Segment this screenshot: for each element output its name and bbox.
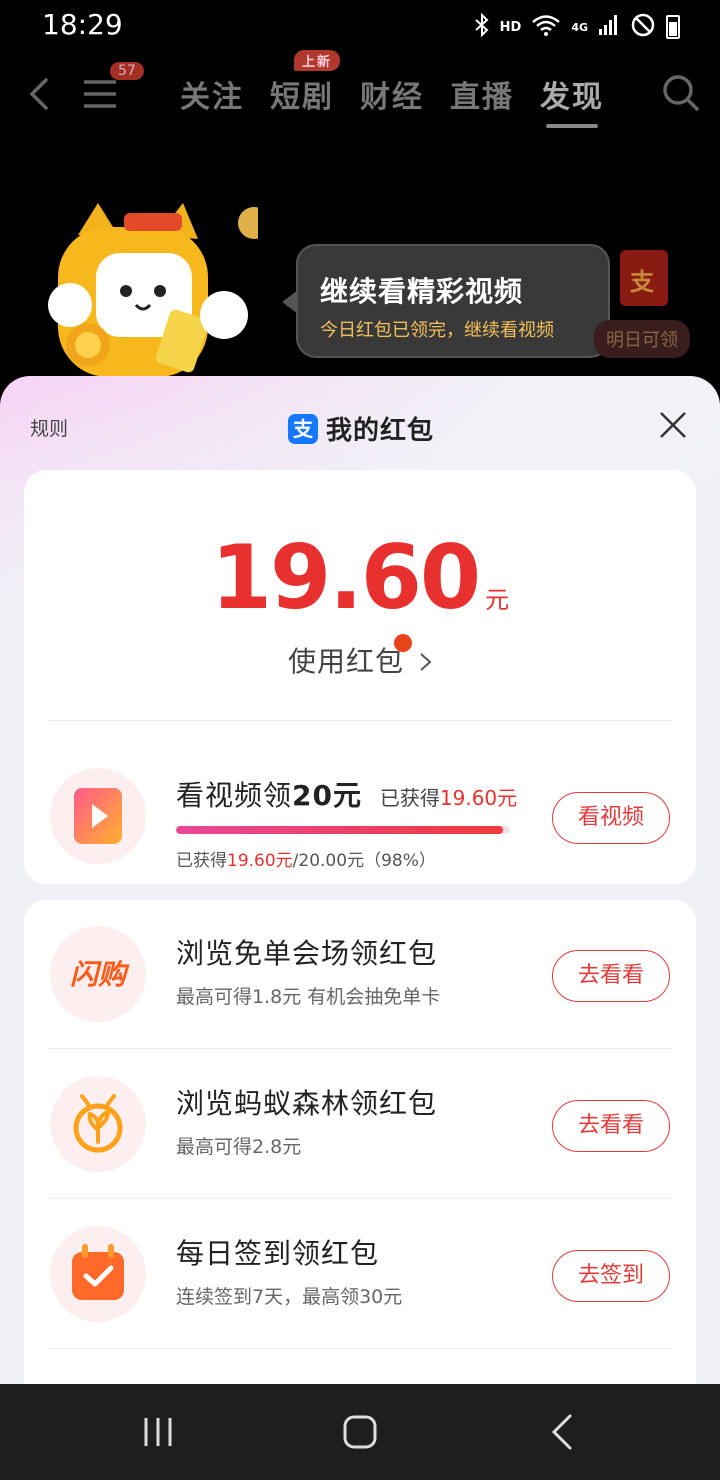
alipay-icon: 支 bbox=[288, 413, 318, 444]
home-icon[interactable] bbox=[342, 1414, 378, 1450]
nav-back-icon[interactable] bbox=[548, 1412, 576, 1452]
promo-bubble[interactable]: 继续看精彩视频 今日红包已领完，继续看视频 bbox=[282, 244, 610, 358]
task-title: 每日签到领红包 bbox=[176, 1237, 380, 1270]
go-look-button[interactable]: 去看看 bbox=[552, 1100, 670, 1152]
video-task-row: 看视频领20元 已获得19.60元 已获得19.60元/20.00元（98%） … bbox=[24, 742, 696, 892]
tab-finance[interactable]: 财经 bbox=[360, 72, 424, 116]
network-label: 4G bbox=[571, 20, 588, 34]
dnd-icon bbox=[630, 12, 656, 42]
notification-dot bbox=[394, 634, 412, 652]
hd-label: HD bbox=[499, 19, 522, 35]
watch-video-button[interactable]: 看视频 bbox=[552, 792, 670, 844]
video-task-progress-text: 已获得19.60元/20.00元（98%） bbox=[176, 851, 436, 871]
signal-icon bbox=[598, 14, 620, 40]
task-title: 浏览蚂蚁森林领红包 bbox=[176, 1087, 438, 1120]
task-icon-box: 闪购 bbox=[50, 926, 146, 1022]
tomorrow-claim-label: 明日可领 bbox=[594, 320, 690, 358]
task-row: 闪购 浏览免单会场领红包 最高可得1.8元 有机会抽免单卡 去看看 bbox=[24, 900, 696, 1050]
go-look-button[interactable]: 去看看 bbox=[552, 950, 670, 1002]
task-row: 每日签到领红包 连续签到7天，最高领30元 去签到 bbox=[24, 1200, 696, 1350]
menu-badge: 57 bbox=[110, 62, 144, 80]
mascot-cat-illustration bbox=[48, 203, 258, 377]
video-task-title: 看视频领20元 已获得19.60元 bbox=[176, 779, 518, 812]
flash-buy-icon: 闪购 bbox=[70, 958, 130, 991]
bubble-title: 继续看精彩视频 bbox=[320, 275, 524, 308]
recents-icon[interactable] bbox=[142, 1416, 174, 1448]
menu-icon[interactable] bbox=[82, 78, 118, 110]
divider bbox=[48, 720, 672, 721]
task-subtitle: 最高可得1.8元 有机会抽免单卡 bbox=[176, 986, 441, 1008]
status-time: 18:29 bbox=[42, 8, 123, 41]
use-red-packet-link[interactable]: 使用红包 bbox=[288, 640, 434, 680]
bluetooth-icon bbox=[474, 12, 490, 41]
balance-unit: 元 bbox=[485, 586, 510, 614]
svg-text:闪购: 闪购 bbox=[70, 958, 130, 991]
divider bbox=[48, 1198, 672, 1199]
red-packet-sheet: 规则 支 我的红包 19.60 元 使用红包 看视频领20元 已获得19.60元… bbox=[0, 376, 720, 1386]
close-icon[interactable] bbox=[656, 408, 690, 442]
task-subtitle: 连续签到7天，最高领30元 bbox=[176, 1286, 403, 1308]
divider bbox=[48, 1048, 672, 1049]
wifi-icon bbox=[531, 13, 561, 41]
tab-discover[interactable]: 发现 bbox=[540, 72, 604, 128]
balance-value: 19.60 bbox=[210, 526, 481, 629]
tab-bar: 关注 短剧 上新 财经 直播 发现 bbox=[180, 50, 604, 128]
top-nav: 57 关注 短剧 上新 财经 直播 发现 bbox=[0, 50, 720, 130]
task-title: 浏览免单会场领红包 bbox=[176, 937, 438, 970]
rules-link[interactable]: 规则 bbox=[30, 414, 68, 441]
chevron-right-icon bbox=[420, 653, 432, 671]
play-video-icon bbox=[74, 788, 122, 844]
bubble-subtitle: 今日红包已领完，继续看视频 bbox=[320, 320, 554, 341]
tab-short-drama[interactable]: 短剧 上新 bbox=[270, 50, 341, 116]
balance-card: 19.60 元 使用红包 看视频领20元 已获得19.60元 已获得19.60元… bbox=[24, 470, 696, 884]
task-icon-box bbox=[50, 1226, 146, 1322]
ant-forest-icon bbox=[73, 1094, 123, 1153]
video-task-progress-bar bbox=[176, 826, 510, 834]
new-badge: 上新 bbox=[294, 50, 341, 71]
divider bbox=[48, 1348, 672, 1349]
video-task-icon-box bbox=[50, 768, 146, 864]
back-icon[interactable] bbox=[22, 74, 62, 114]
search-icon[interactable] bbox=[660, 72, 700, 112]
progress-fill bbox=[176, 826, 504, 834]
balance-amount: 19.60 元 bbox=[24, 526, 696, 629]
status-icons: HD 4G bbox=[474, 12, 680, 42]
task-subtitle: 最高可得2.8元 bbox=[176, 1136, 302, 1158]
tab-live[interactable]: 直播 bbox=[450, 72, 514, 116]
tab-follow[interactable]: 关注 bbox=[180, 72, 244, 116]
task-list-card: 闪购 浏览免单会场领红包 最高可得1.8元 有机会抽免单卡 去看看 浏览蚂蚁森林… bbox=[24, 900, 696, 1386]
red-packet-icon: 支 bbox=[620, 250, 668, 306]
task-icon-box bbox=[50, 1076, 146, 1172]
sheet-title: 支 我的红包 bbox=[288, 410, 434, 447]
task-row: 浏览蚂蚁森林领红包 最高可得2.8元 去看看 bbox=[24, 1050, 696, 1200]
battery-icon bbox=[666, 15, 680, 39]
sheet-title-text: 我的红包 bbox=[326, 416, 435, 446]
calendar-check-icon bbox=[72, 1244, 124, 1300]
sign-in-button[interactable]: 去签到 bbox=[552, 1250, 670, 1302]
video-task-earned: 已获得19.60元 bbox=[379, 786, 518, 810]
status-bar: 18:29 HD 4G bbox=[0, 0, 720, 52]
system-nav-bar bbox=[0, 1384, 720, 1480]
